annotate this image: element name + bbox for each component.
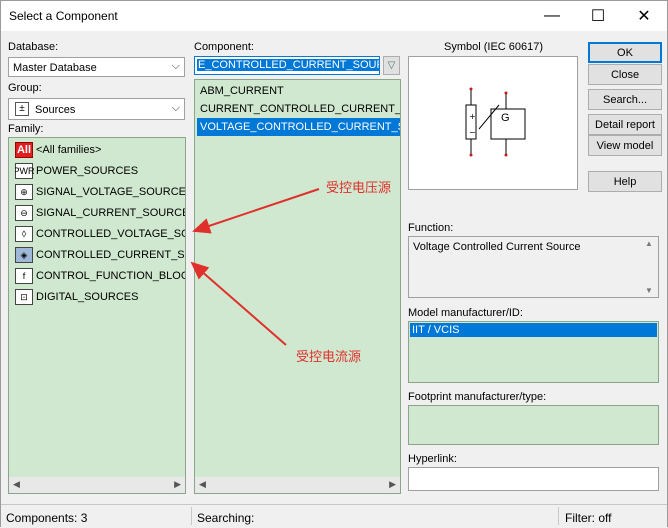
arrow-to-voltage-sources <box>192 188 320 234</box>
status-components: Components: 3 <box>6 511 88 525</box>
annotation-arrows <box>190 188 320 346</box>
annotation-controlled-current: 受控电流源 <box>296 349 362 364</box>
select-component-dialog: Select a Component — ☐ ✕ Database: Maste… <box>0 0 668 527</box>
status-divider <box>191 507 192 525</box>
annotation-controlled-voltage: 受控电压源 <box>326 180 392 195</box>
status-filter: Filter: off <box>565 511 612 525</box>
status-divider <box>558 507 559 525</box>
status-bar: Components: 3 Searching: Filter: off <box>1 504 667 527</box>
arrow-to-current-sources <box>190 261 287 346</box>
status-searching: Searching: <box>197 511 255 525</box>
